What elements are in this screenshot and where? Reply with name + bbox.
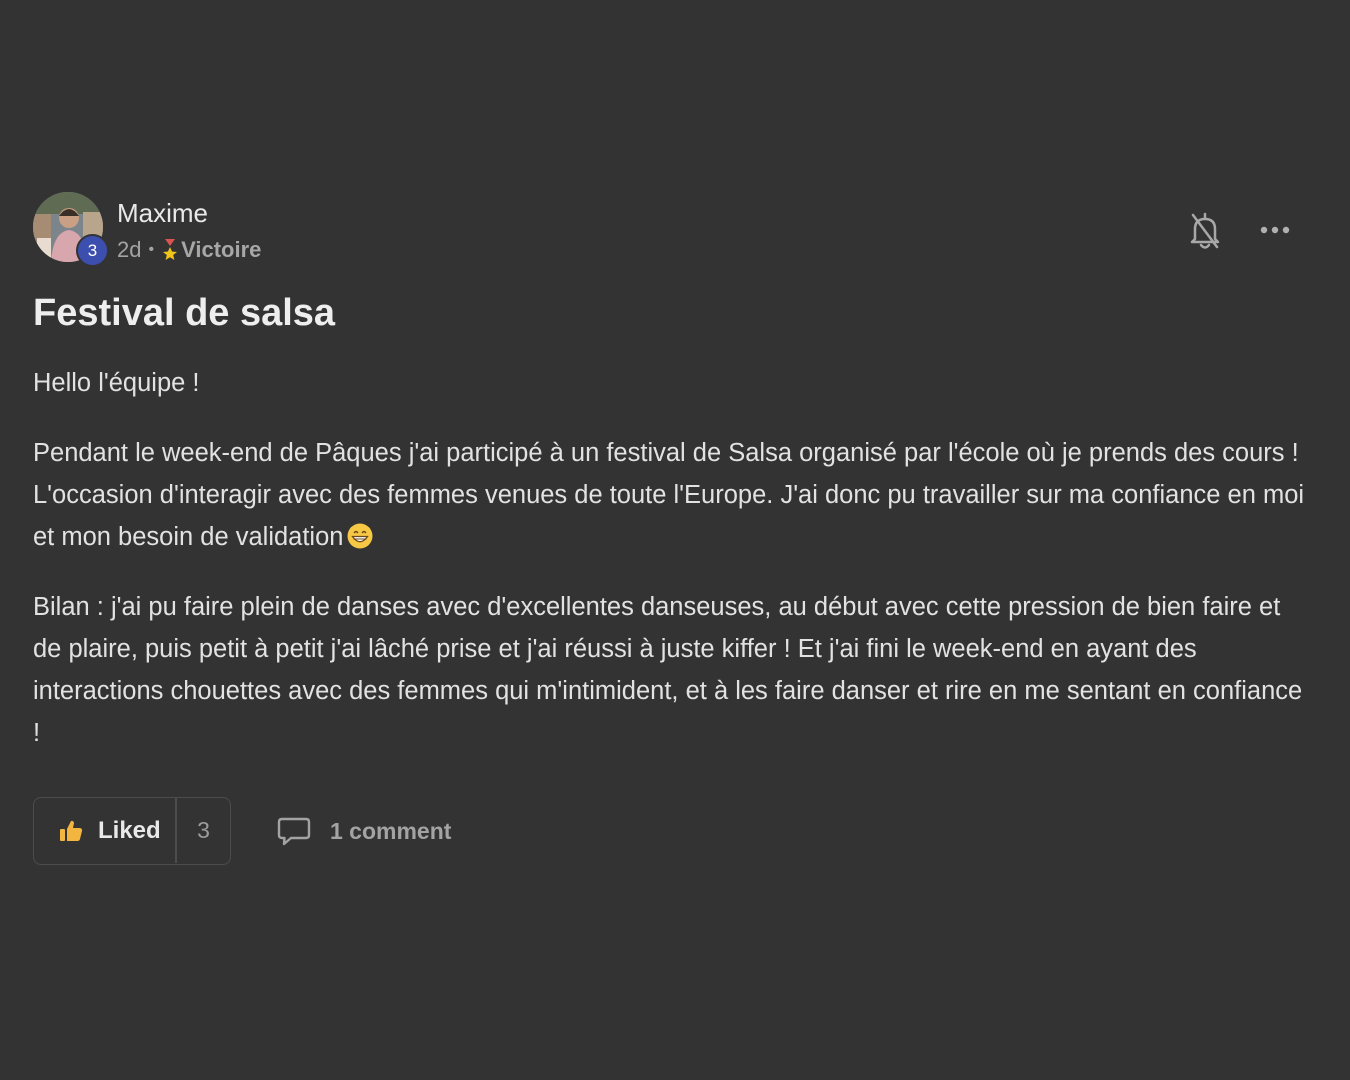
post-category[interactable]: Victoire <box>181 237 261 263</box>
post-paragraph: Hello l'équipe ! <box>33 369 200 397</box>
notification-bell-off-icon[interactable] <box>1189 211 1221 251</box>
thumbs-up-icon <box>58 818 84 844</box>
post-header: 3 Maxime 2d • Victoire <box>33 192 1317 267</box>
author-avatar[interactable]: 3 <box>33 192 109 267</box>
like-button[interactable]: Liked <box>34 798 176 863</box>
grinning-face-emoji-icon <box>347 520 373 549</box>
medal-icon <box>162 239 178 261</box>
post-actions: Liked 3 1 comment <box>33 797 933 867</box>
level-badge: 3 <box>76 234 109 267</box>
post-time: 2d <box>117 237 142 262</box>
post-paragraph: Pendant le week-end de Pâques j'ai parti… <box>33 432 1313 558</box>
author-name[interactable]: Maxime <box>117 198 208 229</box>
post-title: Festival de salsa <box>33 292 336 334</box>
like-label: Liked <box>98 816 161 844</box>
like-group: Liked 3 <box>33 797 231 865</box>
comment-count-label: 1 comment <box>330 817 452 844</box>
post-paragraph-text: Pendant le week-end de Pâques j'ai parti… <box>33 439 1305 551</box>
post-meta: 2d • Victoire <box>117 237 261 263</box>
meta-separator: • <box>148 241 155 258</box>
post-paragraph: Bilan : j'ai pu faire plein de danses av… <box>33 593 1303 747</box>
more-options-icon[interactable] <box>1259 218 1291 242</box>
comment-bubble-icon <box>277 816 311 846</box>
post-card: 3 Maxime 2d • Victoire Festival de salsa… <box>33 192 1317 865</box>
comment-button[interactable]: 1 comment <box>277 797 451 865</box>
like-count[interactable]: 3 <box>177 798 230 863</box>
post-body: Hello l'équipe ! Pendant le week-end de … <box>33 362 1313 782</box>
